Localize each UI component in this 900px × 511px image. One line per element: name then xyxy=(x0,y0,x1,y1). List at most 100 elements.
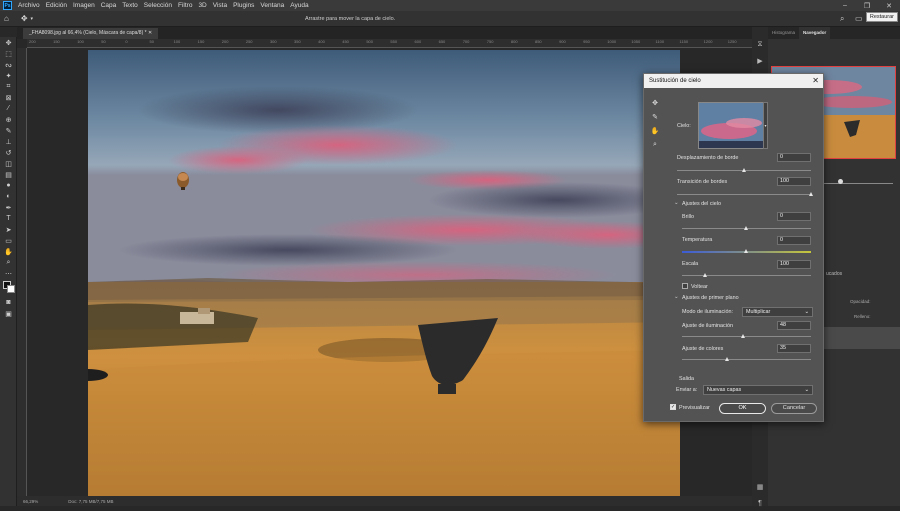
shape-icon[interactable]: ▭ xyxy=(0,235,17,246)
path-select-icon[interactable]: ➤ xyxy=(0,224,17,235)
screen-mode-icon[interactable]: ▣ xyxy=(0,308,17,319)
scale-slider[interactable] xyxy=(682,275,811,276)
scale-label: Escala xyxy=(682,261,699,267)
hand-icon[interactable]: ✋ xyxy=(648,124,662,138)
cancel-button[interactable]: Cancelar xyxy=(771,403,817,414)
edge-fade-input[interactable]: 100 xyxy=(777,177,811,186)
temperature-knob[interactable] xyxy=(744,249,748,253)
healing-brush-icon[interactable]: ⊕ xyxy=(0,114,17,125)
panel-icon-b[interactable]: ¶ xyxy=(752,495,768,511)
output-to-select[interactable]: Nuevas capas ⌄ xyxy=(703,385,813,395)
temperature-input[interactable]: 0 xyxy=(777,236,811,245)
blur-icon[interactable]: ● xyxy=(0,180,17,191)
menu-edicion[interactable]: Edición xyxy=(43,2,70,9)
magic-wand-icon[interactable]: ✦ xyxy=(0,70,17,81)
document-tab[interactable]: _FHA8098.jpg al 66,4% (Cielo, Máscara de… xyxy=(23,28,159,39)
search-icon[interactable]: ⌕ xyxy=(840,14,844,24)
dodge-icon[interactable]: ◐ xyxy=(0,191,17,202)
marquee-icon[interactable]: ⬚ xyxy=(0,48,17,59)
flip-label: Voltear xyxy=(691,284,708,290)
move-icon[interactable]: ✥ xyxy=(0,37,17,48)
menu-ventana[interactable]: Ventana xyxy=(257,2,287,9)
menu-ayuda[interactable]: Ayuda xyxy=(287,2,311,9)
home-icon[interactable]: ⌂ xyxy=(4,14,9,23)
sky-adjust-chevron-icon[interactable]: ⌄ xyxy=(674,200,679,206)
lighting-adjust-label: Ajuste de iluminación xyxy=(682,323,733,329)
scale-input[interactable]: 100 xyxy=(777,260,811,269)
workspace-icon[interactable]: ▭ xyxy=(855,14,863,23)
zoom-icon[interactable]: ⌕ xyxy=(648,138,662,152)
crop-icon[interactable]: ⌗ xyxy=(0,81,17,92)
edge-fade-slider[interactable] xyxy=(677,194,811,195)
ok-button[interactable]: OK xyxy=(719,403,766,414)
photoshop-logo[interactable]: Ps xyxy=(3,1,12,10)
fg-adjust-section[interactable]: Ajustes de primer plano xyxy=(682,295,739,301)
quick-mask-icon[interactable]: ◙ xyxy=(0,297,17,308)
panel-icon-a[interactable]: ▦ xyxy=(752,479,768,495)
edge-shift-knob[interactable] xyxy=(741,168,746,172)
sky-brush-icon[interactable]: ✎ xyxy=(648,110,662,124)
restore-icon[interactable]: ❐ xyxy=(856,0,878,11)
layer-row-selected[interactable] xyxy=(824,327,900,349)
gradient-icon[interactable]: ▤ xyxy=(0,169,17,180)
pen-icon[interactable]: ✒ xyxy=(0,202,17,213)
lighting-adjust-slider[interactable] xyxy=(682,336,811,337)
lighting-mode-select[interactable]: Multiplicar ⌄ xyxy=(742,307,813,317)
frame-icon[interactable]: ⊠ xyxy=(0,92,17,103)
sky-move-icon[interactable]: ✥ xyxy=(648,96,662,110)
menu-capa[interactable]: Capa xyxy=(98,2,120,9)
scale-knob[interactable] xyxy=(702,273,707,277)
close-window-icon[interactable]: ✕ xyxy=(878,0,900,11)
tab-navegador[interactable]: Navegador xyxy=(799,27,831,39)
menu-seleccion[interactable]: Selección xyxy=(141,2,175,9)
dialog-close-icon[interactable]: ✕ xyxy=(812,74,819,88)
menu-vista[interactable]: Vista xyxy=(210,2,230,9)
sky-adjust-section[interactable]: Ajustes del cielo xyxy=(682,201,721,207)
navigator-zoom-knob[interactable] xyxy=(838,179,843,184)
hand-icon[interactable]: ✋ xyxy=(0,246,17,257)
brush-icon[interactable]: ✎ xyxy=(0,125,17,136)
play-icon[interactable]: ▶ xyxy=(752,53,768,69)
close-tab-icon[interactable]: ✕ xyxy=(148,30,152,36)
image-canvas[interactable] xyxy=(88,50,680,496)
eraser-icon[interactable]: ◫ xyxy=(0,158,17,169)
doc-size[interactable]: Doc: 7,75 MB/7,75 MB xyxy=(68,499,113,504)
minimize-icon[interactable]: – xyxy=(834,0,856,11)
flip-checkbox[interactable] xyxy=(682,283,688,289)
brightness-knob[interactable] xyxy=(744,226,748,230)
zoom-icon[interactable]: ⌕ xyxy=(0,257,17,268)
color-adjust-input[interactable]: 35 xyxy=(777,344,811,353)
edge-fade-knob[interactable] xyxy=(808,192,813,196)
stamp-icon[interactable]: ⊥ xyxy=(0,136,17,147)
color-swatches[interactable] xyxy=(0,279,16,297)
move-tool-icon[interactable]: ✥ xyxy=(21,14,28,23)
brightness-input[interactable]: 0 xyxy=(777,212,811,221)
tab-histograma[interactable]: Histograma xyxy=(768,27,799,39)
lighting-adjust-knob[interactable] xyxy=(741,334,746,338)
history-icon[interactable]: ⧖ xyxy=(752,37,768,53)
zoom-level[interactable]: 66,29% xyxy=(23,499,38,504)
layers-tab-partial[interactable]: ucados xyxy=(826,271,842,277)
menu-imagen[interactable]: Imagen xyxy=(70,2,98,9)
menu-filtro[interactable]: Filtro xyxy=(175,2,195,9)
chevron-down-icon[interactable]: ▾ xyxy=(31,16,34,22)
background-color-swatch[interactable] xyxy=(7,285,15,293)
lasso-icon[interactable]: ᔓ xyxy=(0,59,17,70)
sky-preset-thumbnail[interactable] xyxy=(698,102,764,149)
color-adjust-knob[interactable] xyxy=(724,357,729,361)
eyedropper-icon[interactable]: ⁄ xyxy=(0,103,17,114)
dialog-titlebar[interactable]: Sustitución de cielo ✕ xyxy=(644,74,823,88)
text-icon[interactable]: T xyxy=(0,213,17,224)
menu-3d[interactable]: 3D xyxy=(195,2,209,9)
menu-texto[interactable]: Texto xyxy=(119,2,141,9)
history-brush-icon[interactable]: ↺ xyxy=(0,147,17,158)
menu-archivo[interactable]: Archivo xyxy=(15,2,43,9)
fg-adjust-chevron-icon[interactable]: ⌄ xyxy=(674,294,679,300)
more-tools-icon[interactable]: ⋯ xyxy=(0,268,17,279)
preview-checkbox[interactable]: ✓ xyxy=(670,404,676,410)
menu-plugins[interactable]: Plugins xyxy=(230,2,257,9)
color-adjust-slider[interactable] xyxy=(682,359,811,360)
edge-shift-input[interactable]: 0 xyxy=(777,153,811,162)
sky-preset-dropdown-icon[interactable]: ▾ xyxy=(763,102,768,149)
lighting-adjust-input[interactable]: 48 xyxy=(777,321,811,330)
